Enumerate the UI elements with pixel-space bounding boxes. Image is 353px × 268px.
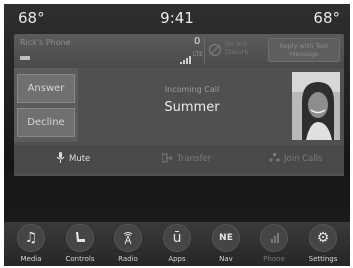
nav-settings[interactable]: ⚙ Settings xyxy=(298,222,348,266)
clock: 9:41 xyxy=(160,9,194,27)
nav-controls-label: Controls xyxy=(65,255,95,263)
call-status-label: Incoming Call xyxy=(164,85,220,94)
mute-label: Mute xyxy=(69,154,91,164)
seat-icon xyxy=(66,224,94,252)
transfer-button[interactable]: Transfer xyxy=(161,145,212,173)
gear-icon: ⚙ xyxy=(309,224,337,252)
divider xyxy=(204,38,205,64)
call-actions-bar: Mute Transfer Join Calls xyxy=(14,145,344,173)
answer-button[interactable]: Answer xyxy=(17,74,75,103)
do-not-disturb-label[interactable]: Do Not Disturb xyxy=(225,40,261,56)
music-note-icon: ♫ xyxy=(17,224,45,252)
bottom-nav-bar: ♫ Media Controls Radio ū Apps NE Nav Pho… xyxy=(4,222,350,266)
signal-count: 0 xyxy=(194,36,201,47)
nav-settings-label: Settings xyxy=(308,255,338,263)
caller-photo xyxy=(292,72,340,140)
nav-controls[interactable]: Controls xyxy=(55,222,105,266)
phone-status-bar: Rick's Phone 0 LTE Do Not Disturb Reply … xyxy=(14,34,344,68)
microphone-mute-icon xyxy=(56,152,69,166)
caller-name: Summer xyxy=(164,100,220,115)
nav-apps[interactable]: ū Apps xyxy=(152,222,202,266)
uconnect-screen: 68° 9:41 68° Rick's Phone 0 LTE Do Not D… xyxy=(4,4,350,266)
phone-device-name: Rick's Phone xyxy=(20,38,71,47)
mute-button[interactable]: Mute xyxy=(56,145,90,173)
network-type: LTE xyxy=(193,51,203,58)
status-bar: 68° 9:41 68° xyxy=(4,4,350,32)
decline-button[interactable]: Decline xyxy=(17,108,75,137)
nav-media-label: Media xyxy=(20,255,42,263)
battery-icon xyxy=(20,56,30,60)
nav-radio-label: Radio xyxy=(118,255,138,263)
nav-phone-label: Phone xyxy=(263,255,285,263)
phone-icon xyxy=(260,224,288,252)
nav-radio[interactable]: Radio xyxy=(103,222,153,266)
nav-media[interactable]: ♫ Media xyxy=(6,222,56,266)
radio-tower-icon xyxy=(114,224,142,252)
nav-nav-label: Nav xyxy=(219,255,233,263)
signal-strength-icon xyxy=(180,49,192,68)
transfer-icon xyxy=(161,152,177,166)
incoming-call-panel: Answer Decline Incoming Call Summer Mute… xyxy=(14,68,344,176)
nav-nav[interactable]: NE Nav xyxy=(201,222,251,266)
transfer-label: Transfer xyxy=(177,154,212,164)
reply-with-text-button[interactable]: Reply with Text Message xyxy=(268,38,340,62)
do-not-disturb-icon[interactable] xyxy=(208,42,222,61)
nav-apps-label: Apps xyxy=(168,255,186,263)
nav-phone[interactable]: Phone xyxy=(249,222,299,266)
passenger-temperature[interactable]: 68° xyxy=(313,9,340,27)
join-calls-icon xyxy=(269,152,284,166)
join-calls-button[interactable]: Join Calls xyxy=(269,145,322,173)
join-calls-label: Join Calls xyxy=(284,154,323,164)
compass-icon: NE xyxy=(212,224,240,252)
apps-icon: ū xyxy=(163,224,191,252)
